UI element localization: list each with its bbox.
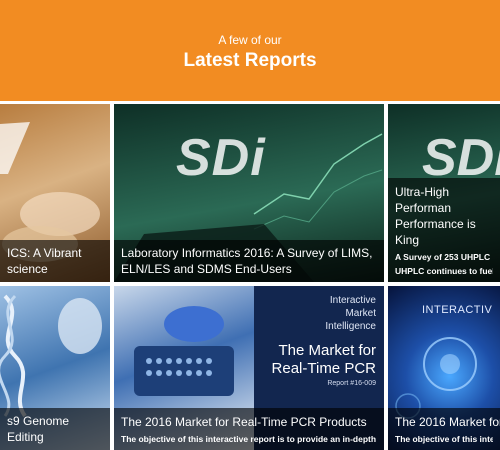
tile-title: ICS: A Vibrant science: [7, 246, 82, 276]
report-tile-genome-editing[interactable]: s9 Genome Editing: [0, 286, 110, 450]
tile-description: The objective of this interactive report…: [121, 434, 377, 444]
sdi-logo: SDi: [176, 129, 266, 187]
tile-caption: s9 Genome Editing: [0, 408, 110, 450]
header-kicker: A few of our: [218, 33, 282, 47]
tile-title: Laboratory Informatics 2016: A Survey of…: [121, 246, 373, 276]
report-tile-vibrant-science[interactable]: ICS: A Vibrant science: [0, 104, 110, 282]
header-title: Latest Reports: [183, 50, 317, 71]
cover-report-number: Report #16-009: [327, 380, 376, 387]
report-tile-real-time-pcr[interactable]: Interactive Market Intelligence The Mark…: [114, 286, 384, 450]
tile-caption: ICS: A Vibrant science: [0, 240, 110, 282]
cover-title-1: The Market for: [278, 342, 376, 359]
cover-line-3: Intelligence: [325, 321, 376, 332]
tile-title: Ultra-High Performan Performance is King: [395, 185, 476, 247]
cover-title-2: Real-Time PCR: [271, 360, 376, 377]
cover-line-1: Interactive: [329, 295, 376, 306]
tile-title: s9 Genome Editing: [7, 414, 70, 444]
tile-caption: Ultra-High Performan Performance is King…: [388, 178, 500, 282]
reports-header: A few of our Latest Reports: [0, 0, 500, 101]
cover-line-2: Market: [345, 308, 376, 319]
tile-description: The objective of this intera: [395, 434, 493, 444]
report-tile-uhplc[interactable]: SDi Ultra-High Performan Performance is …: [388, 104, 500, 282]
tile-caption: The 2016 Market for G The objective of t…: [388, 408, 500, 450]
tile-title: The 2016 Market for G: [395, 415, 500, 429]
tile-caption: The 2016 Market for Real-Time PCR Produc…: [114, 408, 384, 450]
report-tile-lab-informatics[interactable]: SDi Laboratory Informatics 2016: A Surve…: [114, 104, 384, 282]
tile-description: A Survey of 253 UHPLC Us: [395, 252, 493, 262]
tile-title: The 2016 Market for Real-Time PCR Produc…: [121, 415, 367, 429]
tile-caption: Laboratory Informatics 2016: A Survey of…: [114, 240, 384, 282]
report-tile-market-g[interactable]: INTERACTIV The 2016 Market for G The obj…: [388, 286, 500, 450]
tile-description-more: UHPLC continues to fuel a: [395, 266, 493, 276]
